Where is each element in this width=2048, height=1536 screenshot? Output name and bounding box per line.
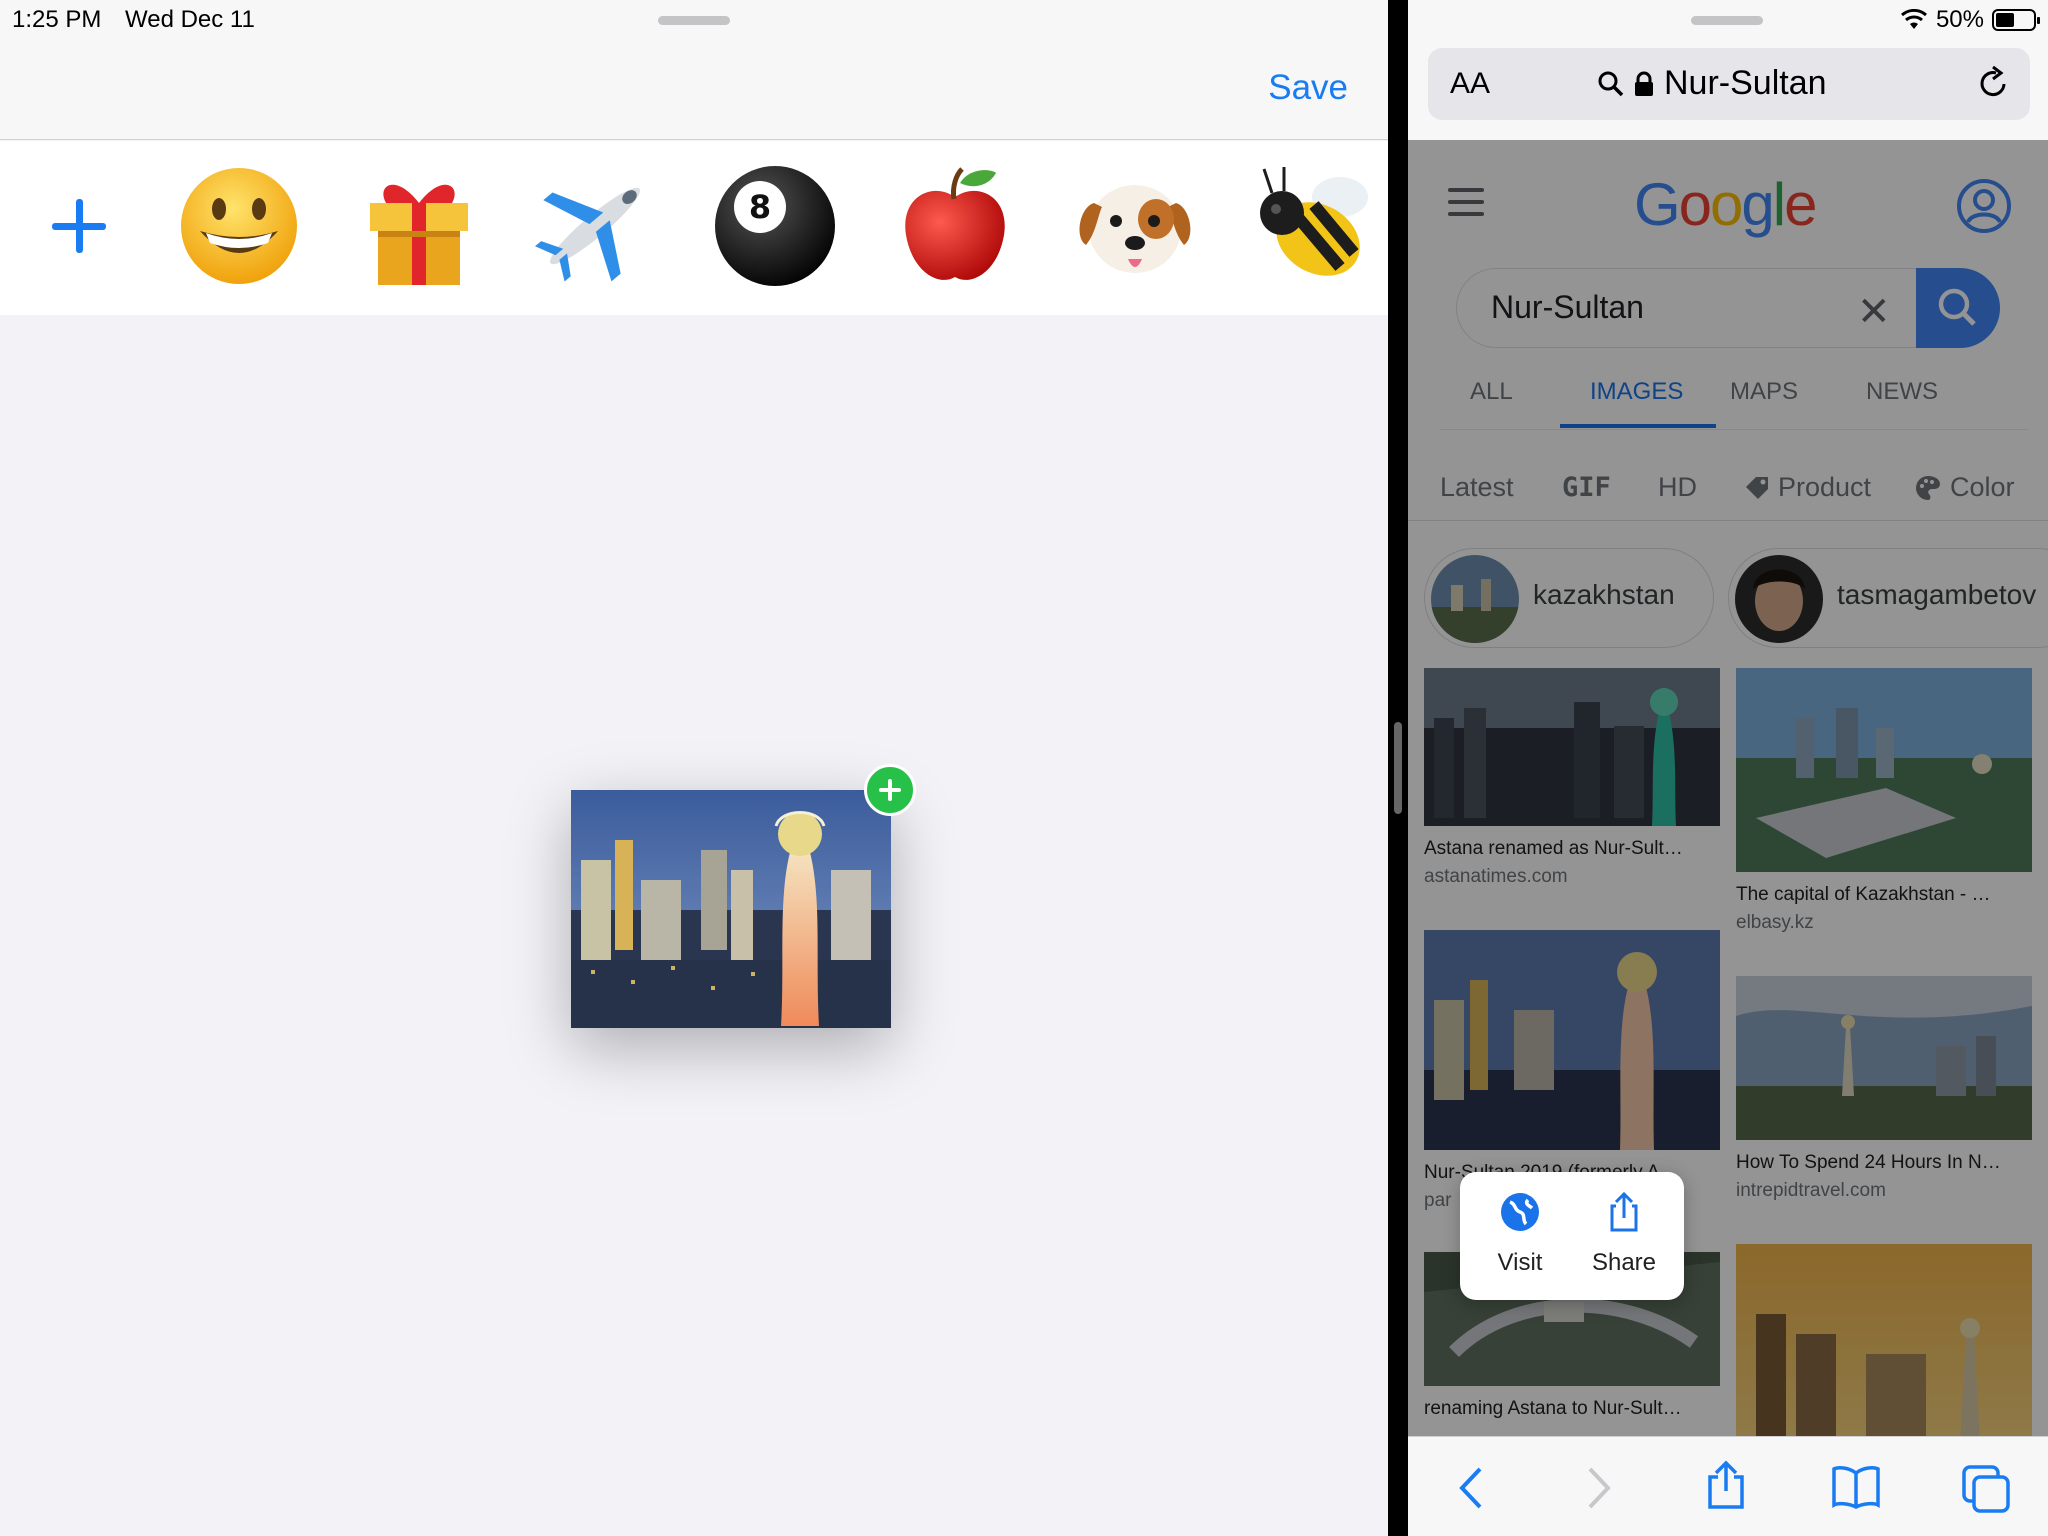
url-field[interactable]: Nur-Sultan [1598,64,1827,103]
grinning-face-icon[interactable] [176,163,302,289]
result-caption: renaming Astana to Nur-Sult… [1424,1398,1682,1419]
wifi-icon [1900,9,1927,29]
google-logo[interactable]: Google [1634,170,1818,239]
tab-all[interactable]: ALL [1470,378,1513,406]
left-app-pane: 1:25 PM Wed Dec 11 Save 8 [0,0,1388,1536]
search-icon [1598,71,1624,96]
search-icon [1938,288,1976,326]
result-source: astanatimes.com [1424,866,1568,887]
chips-divider [1408,520,2048,521]
address-bar[interactable]: AA Nur-Sultan [1428,48,2030,120]
active-tab-indicator [1560,424,1716,428]
image-result[interactable] [1736,1244,2032,1436]
honeybee-icon[interactable] [1248,163,1374,289]
safari-toolbar [1408,1436,2048,1536]
result-thumbnail [1424,668,1720,826]
save-button[interactable]: Save [1268,68,1348,108]
share-label: Share [1591,1249,1657,1276]
result-thumbnail [1736,1244,2032,1436]
entity-label: kazakhstan [1533,579,1675,610]
menu-icon[interactable] [1448,188,1486,216]
chip-gif[interactable]: GIF [1562,472,1611,503]
entity-thumbnail [1735,555,1823,643]
gift-icon[interactable] [356,163,482,289]
result-caption: The capital of Kazakhstan - … [1736,884,1991,905]
airplane-icon[interactable] [532,163,658,289]
chip-latest[interactable]: Latest [1440,472,1514,503]
tag-icon [1746,476,1768,499]
image-result[interactable]: How To Spend 24 Hours In N… intrepidtrav… [1736,976,2032,1202]
status-right: 50% [1900,6,2040,34]
result-thumbnail [1736,668,2032,872]
back-icon[interactable] [1452,1465,1492,1511]
chip-hd[interactable]: HD [1658,472,1697,503]
url-text: Nur-Sultan [1664,64,1827,102]
image-result[interactable]: The capital of Kazakhstan - … elbasy.kz [1736,668,2032,934]
share-button[interactable]: Share [1574,1190,1674,1277]
chip-color-label: Color [1950,472,2015,502]
entity-thumbnail [1431,555,1519,643]
battery-icon [1992,9,2040,31]
sticker-strip: 8 [0,141,1388,315]
result-thumbnail [1736,976,2032,1140]
svg-text:8: 8 [749,188,771,226]
entity-chip-tasmagambetov[interactable]: tasmagambetov [1728,548,2048,648]
result-source: intrepidtravel.com [1736,1180,1886,1201]
left-multitasking-grabber[interactable] [658,16,730,25]
add-sticker-button[interactable] [52,199,106,253]
entity-label: tasmagambetov [1837,579,2037,610]
bookmarks-icon[interactable] [1832,1465,1880,1509]
search-button[interactable] [1916,268,2000,348]
visit-button[interactable]: Visit [1470,1190,1570,1277]
result-caption: Astana renamed as Nur-Sult… [1424,838,1683,859]
red-apple-icon[interactable] [892,163,1018,289]
chip-product[interactable]: Product [1744,472,1871,503]
image-result[interactable]: Nur-Sultan 2019 (formerly A… par [1424,930,1720,1212]
forward-icon[interactable] [1578,1465,1618,1511]
chip-color[interactable]: Color [1914,472,2015,503]
globe-icon [1501,1193,1539,1231]
left-nav-bar: 1:25 PM Wed Dec 11 Save [0,0,1388,140]
share-icon [1610,1191,1638,1232]
chip-product-label: Product [1778,472,1872,502]
tab-images[interactable]: IMAGES [1590,378,1683,406]
aa-label: AA [1450,67,1491,100]
clear-icon[interactable]: ✕ [1857,289,1891,335]
right-multitasking-grabber[interactable] [1691,16,1763,25]
safari-pane: 50% AA Nur-Sultan Google Nur-Sultan ✕ AL… [1408,0,2048,1536]
result-caption: How To Spend 24 Hours In N… [1736,1152,2001,1173]
palette-icon [1916,475,1940,500]
reload-icon[interactable] [1976,64,2012,102]
tab-maps[interactable]: MAPS [1730,378,1798,406]
share-icon[interactable] [1704,1459,1748,1511]
dragged-image-preview[interactable] [571,790,891,1028]
tabs-icon[interactable] [1962,1465,2012,1513]
status-date: Wed Dec 11 [125,6,255,33]
safari-nav-bar: 50% AA Nur-Sultan [1408,0,2048,140]
dog-face-icon[interactable] [1072,163,1198,289]
pool-8-ball-icon[interactable]: 8 [712,163,838,289]
status-time: 1:25 PM [12,6,102,33]
account-icon[interactable] [1956,178,2012,234]
split-view-divider-handle[interactable] [1394,722,1402,814]
visit-label: Visit [1497,1249,1543,1276]
image-result[interactable]: Astana renamed as Nur-Sult… astanatimes.… [1424,668,1720,888]
result-thumbnail [1424,930,1720,1150]
filter-chips: Latest GIF HD Product Color [1408,456,2048,516]
search-query-text: Nur-Sultan [1491,289,1644,325]
drop-add-badge-icon [864,764,916,816]
lock-icon [1635,71,1653,96]
entity-chip-kazakhstan[interactable]: kazakhstan [1424,548,1714,648]
image-context-popup: Visit Share [1460,1172,1684,1300]
search-tabs: ALL IMAGES MAPS NEWS [1440,358,2028,430]
reader-aa-button[interactable]: AA [1450,67,1490,101]
result-source: elbasy.kz [1736,912,1814,933]
battery-percentage: 50% [1935,6,1984,33]
tab-news[interactable]: NEWS [1866,378,1938,406]
